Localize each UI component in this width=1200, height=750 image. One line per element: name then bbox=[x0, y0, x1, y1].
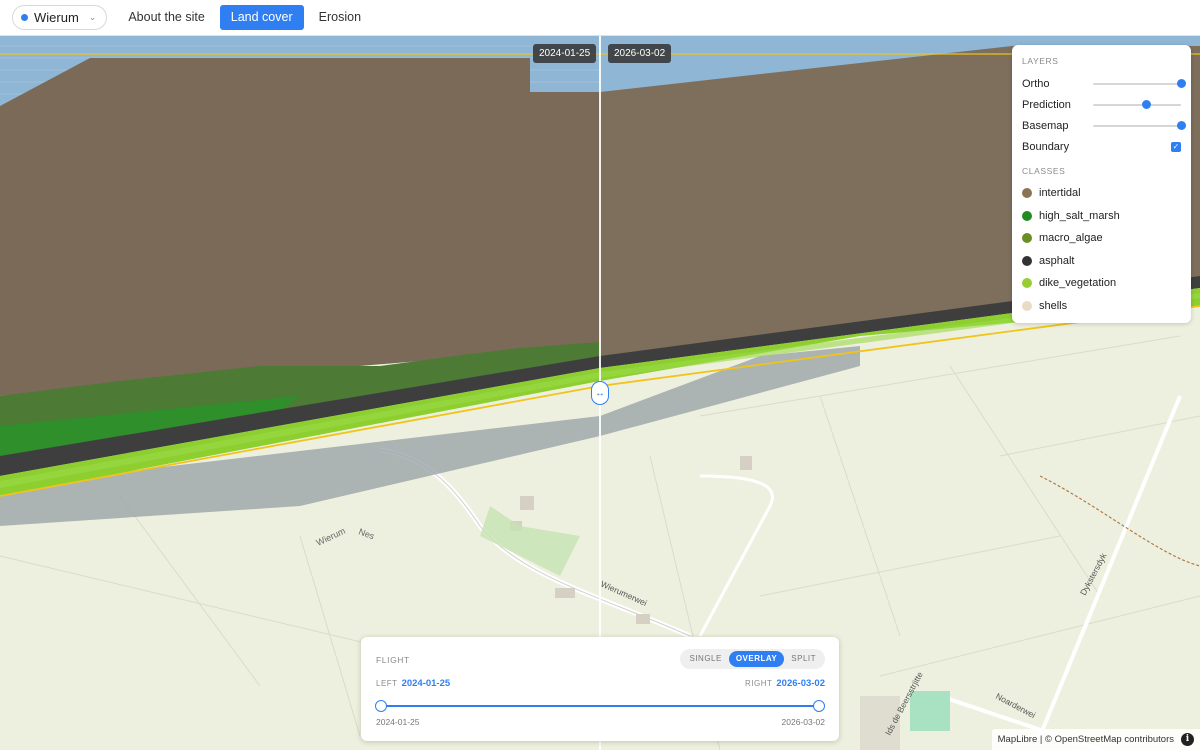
swap-arrows-icon: ↔ bbox=[595, 387, 605, 399]
range-end-label: 2026-03-02 bbox=[781, 717, 825, 727]
class-item-asphalt: asphalt bbox=[1022, 250, 1181, 273]
class-item-shells: shells bbox=[1022, 295, 1181, 318]
class-label: high_salt_marsh bbox=[1039, 209, 1120, 222]
layer-label: Ortho bbox=[1022, 77, 1050, 90]
prediction-opacity-slider[interactable] bbox=[1093, 99, 1181, 111]
range-start-label: 2024-01-25 bbox=[376, 717, 420, 727]
osm-link[interactable]: OpenStreetMap bbox=[1055, 734, 1122, 745]
ortho-opacity-slider[interactable] bbox=[1093, 78, 1186, 90]
swipe-divider-handle[interactable]: ↔ bbox=[591, 381, 609, 405]
right-label: RIGHT bbox=[745, 679, 773, 688]
right-date-value: 2026-03-02 bbox=[776, 678, 825, 689]
slider-track bbox=[1093, 124, 1181, 127]
left-label: LEFT bbox=[376, 679, 398, 688]
left-date-badge: 2024-01-25 bbox=[533, 44, 597, 63]
mode-overlay-button[interactable]: OVERLAY bbox=[728, 651, 785, 667]
layers-heading: LAYERS bbox=[1022, 56, 1059, 66]
tab-about-the-site[interactable]: About the site bbox=[117, 5, 215, 30]
tab-land-cover[interactable]: Land cover bbox=[219, 5, 304, 30]
right-date-badge: 2026-03-02 bbox=[608, 44, 672, 63]
classes-heading: CLASSES bbox=[1022, 166, 1066, 176]
class-item-dike-vegetation: dike_vegetation bbox=[1022, 272, 1181, 295]
mode-toggle-group: SINGLE OVERLAY SPLIT bbox=[680, 649, 825, 669]
class-label: dike_vegetation bbox=[1039, 277, 1117, 290]
chevron-down-icon: ⌄ bbox=[88, 12, 97, 22]
top-bar: Wierum ⌄ About the site Land cover Erosi… bbox=[0, 0, 1200, 36]
class-item-high-salt-marsh: high_salt_marsh bbox=[1022, 205, 1181, 228]
mode-split-button[interactable]: SPLIT bbox=[784, 651, 823, 667]
class-label: macro_algae bbox=[1039, 232, 1103, 245]
slider-track bbox=[1093, 82, 1181, 85]
class-swatch bbox=[1022, 255, 1032, 266]
layer-label: Prediction bbox=[1022, 98, 1071, 111]
class-label: asphalt bbox=[1039, 254, 1075, 267]
slider-track bbox=[1093, 103, 1181, 106]
range-track bbox=[381, 705, 819, 707]
slider-thumb[interactable] bbox=[1177, 120, 1186, 130]
site-name: Wierum bbox=[34, 10, 79, 25]
check-icon: ✓ bbox=[1172, 141, 1180, 151]
site-selector[interactable]: Wierum ⌄ bbox=[12, 5, 108, 30]
layer-row-boundary: Boundary ✓ bbox=[1022, 136, 1181, 157]
attribution-separator: | © bbox=[1037, 734, 1055, 745]
class-label: intertidal bbox=[1039, 187, 1081, 200]
range-end-knob[interactable] bbox=[813, 700, 825, 712]
flight-panel: FLIGHT SINGLE OVERLAY SPLIT LEFT 2024-01-… bbox=[361, 637, 839, 741]
date-range-slider[interactable] bbox=[375, 699, 825, 713]
layer-label: Boundary bbox=[1022, 140, 1070, 153]
layer-label: Basemap bbox=[1022, 119, 1069, 132]
class-swatch bbox=[1022, 188, 1032, 199]
maplibre-link[interactable]: MapLibre bbox=[998, 734, 1038, 745]
info-icon[interactable]: i bbox=[1181, 733, 1194, 746]
range-start-knob[interactable] bbox=[375, 700, 387, 712]
layer-row-ortho: Ortho bbox=[1022, 73, 1186, 94]
layer-row-basemap: Basemap bbox=[1022, 115, 1186, 136]
class-swatch bbox=[1022, 300, 1032, 311]
layers-panel: LAYERS Ortho Prediction Basemap Boundary bbox=[1012, 45, 1191, 323]
basemap-opacity-slider[interactable] bbox=[1093, 120, 1186, 132]
left-date-readout: LEFT 2024-01-25 bbox=[376, 678, 450, 689]
class-item-intertidal: intertidal bbox=[1022, 182, 1181, 205]
class-label: shells bbox=[1039, 299, 1068, 312]
boundary-checkbox[interactable]: ✓ bbox=[1171, 141, 1181, 152]
map-attribution: MapLibre | © OpenStreetMap contributors bbox=[991, 729, 1200, 750]
layer-row-prediction: Prediction bbox=[1022, 94, 1181, 115]
left-date-value: 2024-01-25 bbox=[401, 678, 451, 689]
class-swatch bbox=[1022, 210, 1032, 221]
slider-thumb[interactable] bbox=[1141, 99, 1151, 109]
class-swatch bbox=[1022, 233, 1032, 244]
class-item-macro-algae: macro_algae bbox=[1022, 227, 1181, 250]
right-date-readout: RIGHT 2026-03-02 bbox=[745, 678, 825, 689]
class-list: intertidal high_salt_marsh macro_algae a… bbox=[1022, 182, 1181, 317]
slider-thumb[interactable] bbox=[1177, 78, 1186, 88]
site-dot-icon bbox=[21, 14, 28, 21]
tab-erosion[interactable]: Erosion bbox=[308, 5, 372, 30]
attribution-contributors: contributors bbox=[1121, 734, 1174, 745]
class-swatch bbox=[1022, 278, 1032, 289]
flight-heading: FLIGHT bbox=[376, 655, 410, 665]
mode-single-button[interactable]: SINGLE bbox=[682, 651, 728, 667]
